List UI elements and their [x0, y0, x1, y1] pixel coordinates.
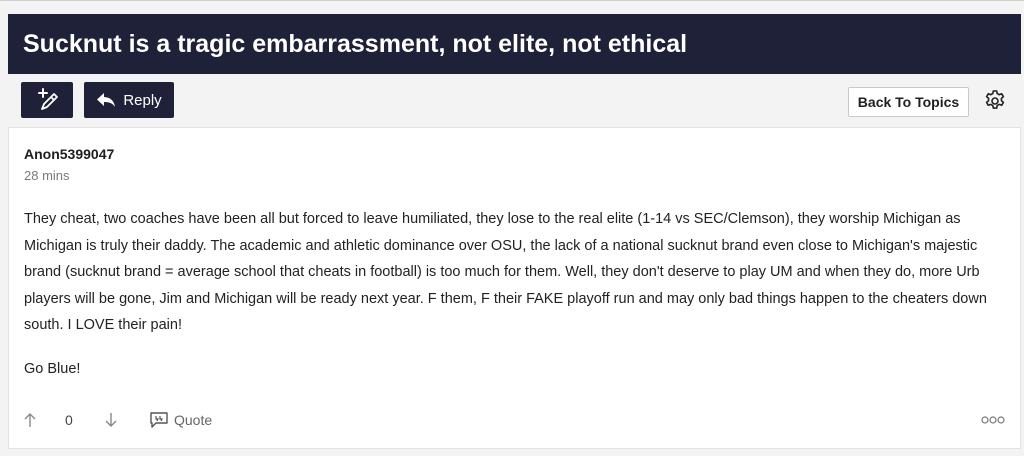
more-options-button[interactable] — [981, 408, 1005, 432]
post-footer: 0 Quote — [9, 408, 1020, 432]
downvote-button[interactable] — [104, 408, 118, 432]
quote-button[interactable]: Quote — [150, 408, 212, 432]
new-post-pencil-icon — [38, 88, 58, 110]
gear-icon[interactable] — [983, 89, 1007, 113]
more-dots-icon — [981, 416, 1005, 424]
topic-header: Sucknut is a tragic embarrassment, not e… — [8, 14, 1021, 74]
post-card: Anon5399047 28 mins They cheat, two coac… — [8, 127, 1021, 449]
reply-label: Reply — [123, 91, 162, 109]
upvote-button[interactable] — [23, 408, 37, 432]
reply-arrow-icon — [97, 93, 116, 107]
arrow-up-icon — [24, 413, 36, 427]
quote-bubble-icon — [150, 412, 168, 428]
post-timestamp: 28 mins — [24, 168, 70, 183]
post-body-text: They cheat, two coaches have been all bu… — [24, 211, 987, 333]
top-divider — [0, 0, 1024, 1]
post-body: They cheat, two coaches have been all bu… — [24, 206, 1009, 339]
vote-count: 0 — [65, 412, 73, 428]
post-author[interactable]: Anon5399047 — [24, 146, 114, 162]
back-to-topics-button[interactable]: Back To Topics — [848, 87, 969, 117]
post-signoff: Go Blue! — [24, 361, 81, 377]
reply-button[interactable]: Reply — [84, 82, 174, 118]
new-post-button[interactable] — [21, 82, 73, 118]
arrow-down-icon — [105, 413, 117, 427]
back-to-topics-label: Back To Topics — [857, 94, 960, 110]
quote-label: Quote — [174, 412, 213, 428]
toolbar: Reply Back To Topics — [0, 80, 1024, 120]
topic-title: Sucknut is a tragic embarrassment, not e… — [23, 29, 688, 58]
